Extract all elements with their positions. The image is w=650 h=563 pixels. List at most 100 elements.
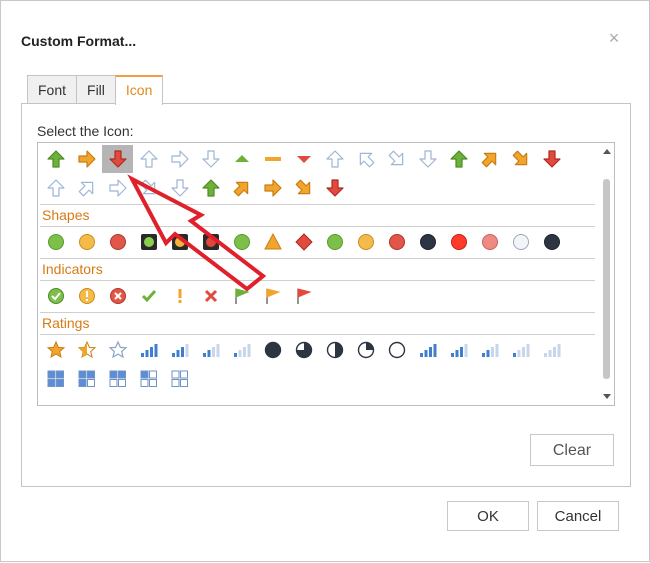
group-separator: [40, 280, 595, 281]
scroll-down-icon[interactable]: [603, 394, 611, 399]
group-title-indicators: Indicators: [42, 261, 103, 277]
pie-3q-icon[interactable]: [288, 336, 319, 364]
flag-red-icon[interactable]: [288, 282, 319, 310]
select-icon-label: Select the Icon:: [37, 123, 134, 139]
pie-half-icon[interactable]: [319, 336, 350, 364]
star-full-icon[interactable]: [40, 336, 71, 364]
bars-0-icon[interactable]: [536, 336, 567, 364]
circle-red-icon[interactable]: [381, 228, 412, 256]
arrow-right-outline-icon[interactable]: [102, 174, 133, 202]
boxes-4-icon[interactable]: [40, 365, 71, 393]
arrow-upright-orange-icon[interactable]: [474, 145, 505, 173]
icon-list[interactable]: Shapes Indicators Ratings: [37, 142, 615, 406]
dialog-title: Custom Format...: [21, 33, 137, 49]
arrow-up-outline-icon[interactable]: [319, 145, 350, 173]
circle-black-icon[interactable]: [412, 228, 443, 256]
bars-4-icon[interactable]: [412, 336, 443, 364]
pie-empty-icon[interactable]: [381, 336, 412, 364]
square-red-icon[interactable]: [195, 228, 226, 256]
arrow-up-outline-icon[interactable]: [133, 145, 164, 173]
icon-row: [40, 282, 319, 310]
arrow-down-outline-icon[interactable]: [412, 145, 443, 173]
arrow-downright-orange-icon[interactable]: [505, 145, 536, 173]
group-separator: [40, 312, 595, 313]
icon-row: [40, 145, 567, 173]
flag-green-icon[interactable]: [226, 282, 257, 310]
arrow-down-red-icon[interactable]: [536, 145, 567, 173]
flag-yellow-icon[interactable]: [257, 282, 288, 310]
ok-button[interactable]: OK: [447, 501, 529, 531]
pie-1q-icon[interactable]: [350, 336, 381, 364]
triangle-yellow-icon[interactable]: [257, 228, 288, 256]
arrow-upright-orange-icon[interactable]: [226, 174, 257, 202]
bars-2-icon[interactable]: [474, 336, 505, 364]
circle-green-icon[interactable]: [319, 228, 350, 256]
arrow-upright-outline-icon[interactable]: [71, 174, 102, 202]
boxes-3-icon[interactable]: [71, 365, 102, 393]
arrow-down-outline-icon[interactable]: [195, 145, 226, 173]
tab-fill[interactable]: Fill: [76, 75, 116, 104]
arrow-right-orange-icon[interactable]: [71, 145, 102, 173]
arrow-down-red-icon[interactable]: [319, 174, 350, 202]
arrow-up-green-icon[interactable]: [443, 145, 474, 173]
bars-3-icon[interactable]: [443, 336, 474, 364]
custom-format-dialog: Custom Format... × Font Fill Icon Select…: [0, 0, 650, 562]
clear-button[interactable]: Clear: [530, 434, 614, 466]
icon-list-scrollbar[interactable]: [600, 143, 614, 405]
triangle-up-green-icon[interactable]: [226, 145, 257, 173]
check-green-icon[interactable]: [133, 282, 164, 310]
group-title-shapes: Shapes: [42, 207, 90, 223]
boxes-2-icon[interactable]: [102, 365, 133, 393]
arrow-downright-outline-icon[interactable]: [381, 145, 412, 173]
exclaim-circle-yellow-icon[interactable]: [71, 282, 102, 310]
star-half-icon[interactable]: [71, 336, 102, 364]
arrow-up-outline-icon[interactable]: [40, 174, 71, 202]
circle-yellow-icon[interactable]: [350, 228, 381, 256]
arrow-down-red-icon[interactable]: [102, 145, 133, 173]
circle-green-icon[interactable]: [40, 228, 71, 256]
circle-white-icon[interactable]: [505, 228, 536, 256]
arrow-right-outline-icon[interactable]: [164, 145, 195, 173]
icon-tab-panel: Select the Icon: Shapes Indicators Rating…: [21, 103, 631, 487]
bars-1-icon[interactable]: [226, 336, 257, 364]
star-empty-icon[interactable]: [102, 336, 133, 364]
arrow-downright-outline-icon[interactable]: [133, 174, 164, 202]
scroll-thumb[interactable]: [603, 179, 610, 379]
circle-red-icon[interactable]: [102, 228, 133, 256]
diamond-red-icon[interactable]: [288, 228, 319, 256]
square-green-icon[interactable]: [133, 228, 164, 256]
scroll-up-icon[interactable]: [603, 149, 611, 154]
arrow-down-outline-icon[interactable]: [164, 174, 195, 202]
exclaim-yellow-icon[interactable]: [164, 282, 195, 310]
pie-full-icon[interactable]: [257, 336, 288, 364]
square-yellow-icon[interactable]: [164, 228, 195, 256]
dash-yellow-icon[interactable]: [257, 145, 288, 173]
x-circle-red-icon[interactable]: [102, 282, 133, 310]
circle-brightred-icon[interactable]: [443, 228, 474, 256]
tab-font[interactable]: Font: [27, 75, 78, 104]
icon-row: [40, 174, 350, 202]
bars-3-icon[interactable]: [164, 336, 195, 364]
arrow-upleft-outline-icon[interactable]: [350, 145, 381, 173]
arrow-downright-orange-icon[interactable]: [288, 174, 319, 202]
close-icon[interactable]: ×: [605, 29, 623, 47]
circle-green-icon[interactable]: [226, 228, 257, 256]
tab-icon[interactable]: Icon: [114, 75, 164, 105]
arrow-right-orange-icon[interactable]: [257, 174, 288, 202]
check-circle-green-icon[interactable]: [40, 282, 71, 310]
boxes-1-icon[interactable]: [133, 365, 164, 393]
bars-1-icon[interactable]: [505, 336, 536, 364]
circle-pink-icon[interactable]: [474, 228, 505, 256]
bars-4-icon[interactable]: [133, 336, 164, 364]
group-title-ratings: Ratings: [42, 315, 90, 331]
group-separator: [40, 258, 595, 259]
boxes-0-icon[interactable]: [164, 365, 195, 393]
cancel-button[interactable]: Cancel: [537, 501, 619, 531]
x-red-icon[interactable]: [195, 282, 226, 310]
triangle-down-red-icon[interactable]: [288, 145, 319, 173]
circle-black-icon[interactable]: [536, 228, 567, 256]
arrow-up-green-icon[interactable]: [195, 174, 226, 202]
bars-2-icon[interactable]: [195, 336, 226, 364]
circle-yellow-icon[interactable]: [71, 228, 102, 256]
arrow-up-green-icon[interactable]: [40, 145, 71, 173]
